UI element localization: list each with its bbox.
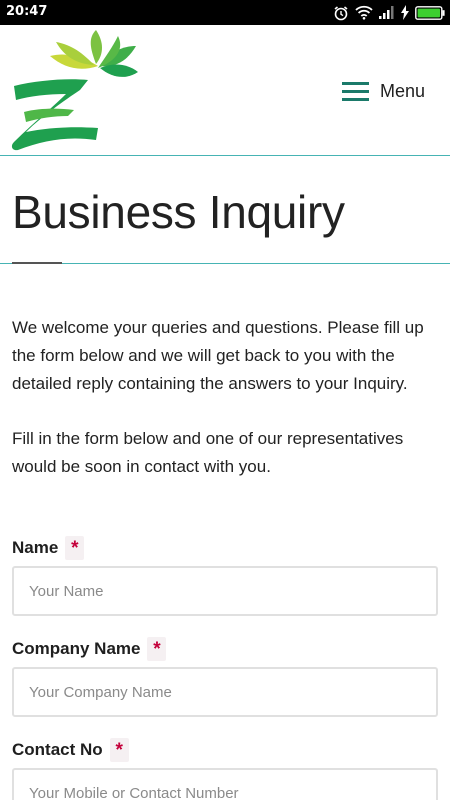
alarm-icon (333, 5, 349, 21)
company-name-label-text: Company Name (12, 639, 141, 658)
page-title: Business Inquiry (12, 186, 345, 238)
charging-icon (401, 5, 409, 20)
page-title-section: Business Inquiry (0, 156, 450, 264)
contact-no-label-text: Contact No (12, 740, 103, 759)
wifi-icon (355, 5, 373, 20)
signal-icon (379, 6, 395, 19)
intro-paragraph: Fill in the form below and one of our re… (12, 429, 404, 476)
required-marker: * (109, 738, 129, 762)
menu-label: Menu (380, 80, 426, 101)
name-input[interactable] (12, 566, 438, 616)
company-name-input[interactable] (12, 667, 438, 717)
status-bar: 20:47 (0, 0, 450, 25)
status-icons (333, 3, 445, 22)
required-marker: * (65, 536, 85, 560)
name-label: Name * (12, 536, 85, 560)
status-time: 20:47 (6, 4, 48, 19)
title-underline-accent (12, 262, 62, 264)
company-name-label: Company Name * (12, 637, 167, 661)
contact-no-label: Contact No * (12, 738, 129, 762)
intro-text: We welcome your queries and questions. P… (12, 314, 440, 481)
menu-button[interactable]: Menu (342, 79, 425, 103)
brand-logo[interactable] (10, 28, 140, 154)
battery-icon (415, 5, 445, 20)
site-header: Menu (0, 25, 450, 156)
contact-no-input[interactable] (12, 768, 438, 800)
intro-paragraph: We welcome your queries and questions. P… (12, 318, 424, 393)
hamburger-icon (342, 81, 369, 101)
required-marker: * (147, 637, 167, 661)
name-label-text: Name (12, 538, 59, 557)
